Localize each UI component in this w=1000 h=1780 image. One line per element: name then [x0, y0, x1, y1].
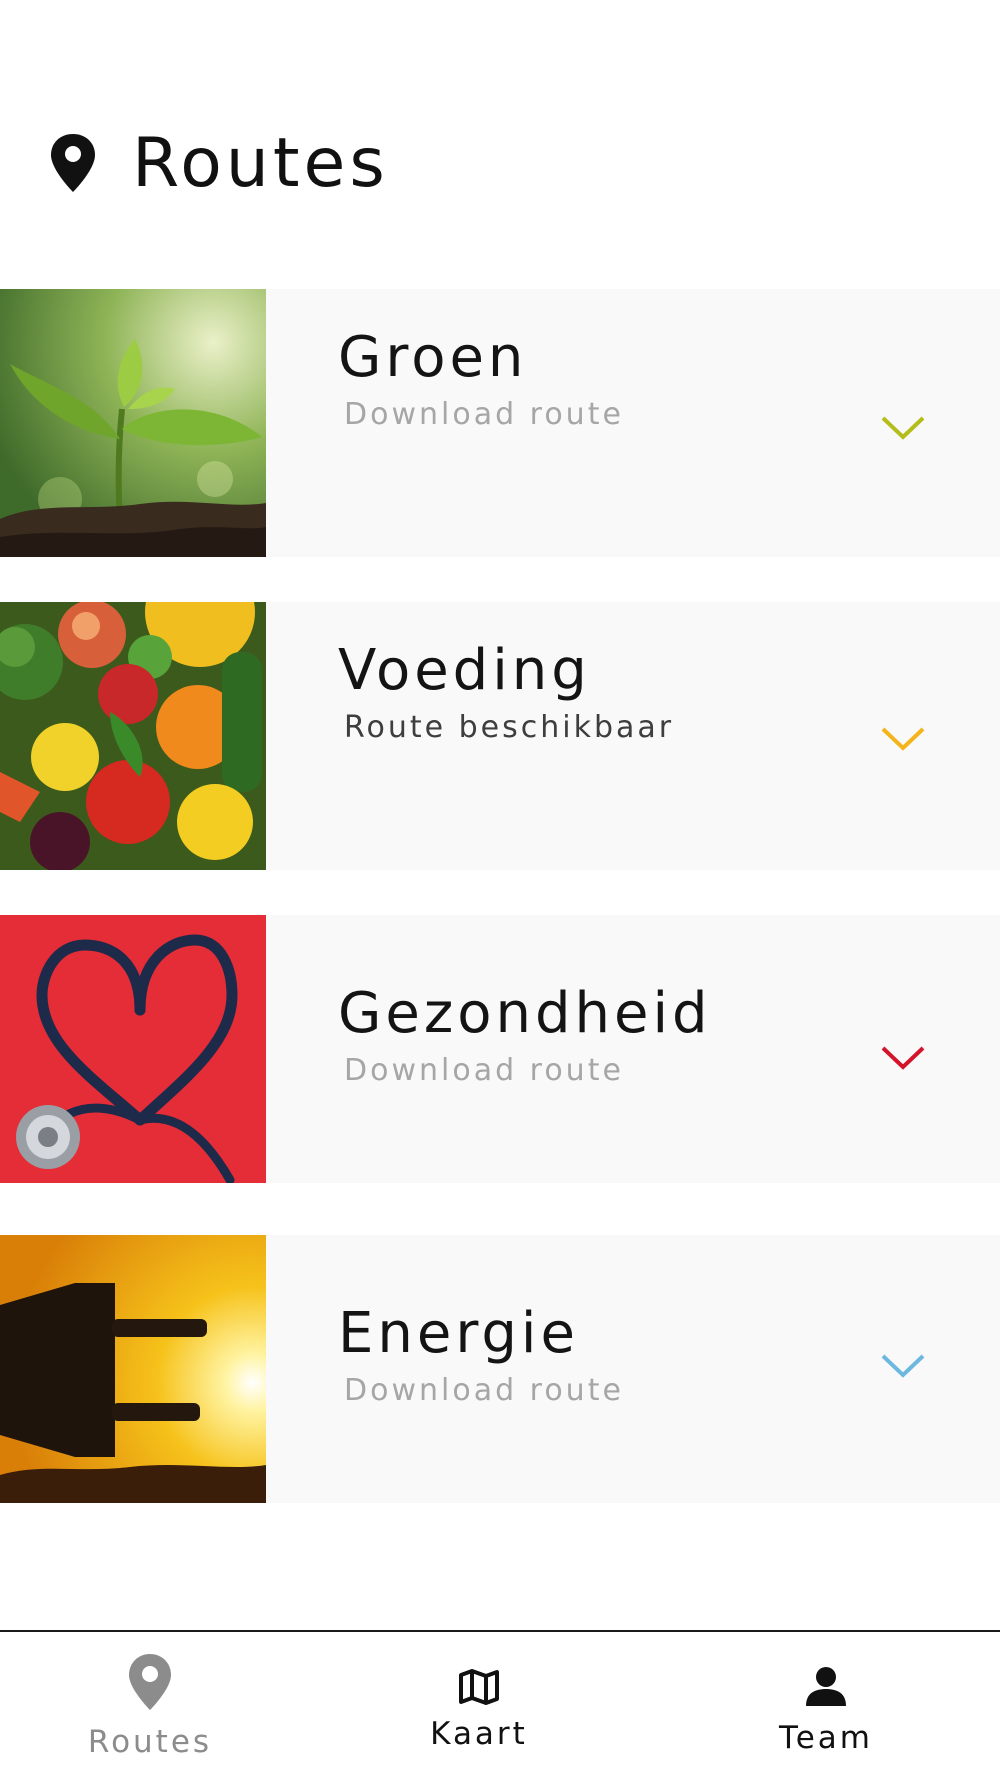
nav-item-kaart[interactable]: Kaart: [369, 1632, 589, 1780]
chevron-down-icon[interactable]: [880, 1353, 926, 1379]
route-name: Voeding: [338, 638, 591, 703]
page-title: Routes: [132, 123, 389, 203]
route-image-voeding: [0, 602, 266, 870]
route-status: Download route: [344, 1373, 624, 1408]
nav-label-kaart: Kaart: [430, 1716, 528, 1752]
route-name: Gezondheid: [338, 981, 712, 1046]
route-image-groen: [0, 289, 266, 557]
bottom-nav: Routes Kaart Team: [0, 1630, 1000, 1780]
chevron-down-icon[interactable]: [880, 415, 926, 441]
nav-item-routes[interactable]: Routes: [40, 1632, 260, 1780]
nav-item-team[interactable]: Team: [716, 1632, 936, 1780]
nav-label-routes: Routes: [87, 1724, 213, 1760]
route-image-energie: [0, 1235, 266, 1503]
map-pin-icon: [51, 134, 95, 192]
route-image-gezondheid: [0, 915, 266, 1183]
person-icon: [806, 1667, 846, 1706]
route-card-energie[interactable]: Energie Download route: [0, 1235, 1000, 1503]
route-status: Route beschikbaar: [344, 710, 675, 745]
page-header: Routes: [48, 118, 389, 208]
route-status: Download route: [344, 1053, 624, 1088]
chevron-down-icon[interactable]: [880, 726, 926, 752]
map-pin-icon: [129, 1654, 171, 1710]
chevron-down-icon[interactable]: [880, 1045, 926, 1071]
route-card-voeding[interactable]: Voeding Route beschikbaar: [0, 602, 1000, 870]
route-status: Download route: [344, 397, 624, 432]
route-name: Energie: [338, 1301, 579, 1366]
nav-label-team: Team: [779, 1720, 873, 1756]
route-name: Groen: [338, 325, 528, 390]
route-card-gezondheid[interactable]: Gezondheid Download route: [0, 915, 1000, 1183]
map-icon: [459, 1669, 499, 1705]
route-card-groen[interactable]: Groen Download route: [0, 289, 1000, 557]
